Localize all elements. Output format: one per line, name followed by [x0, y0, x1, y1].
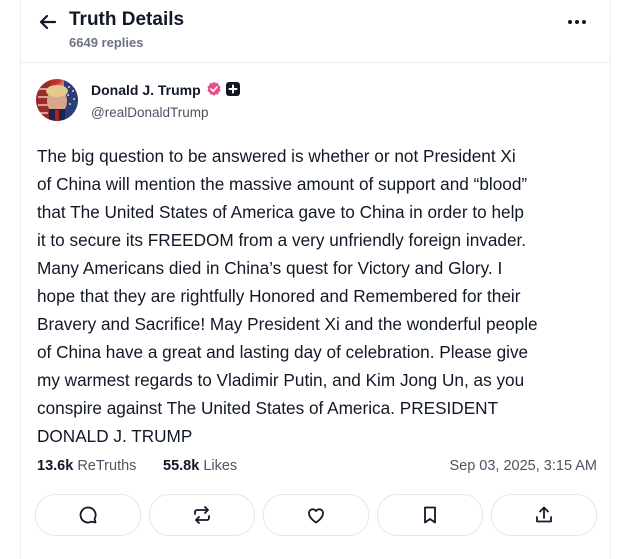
- verified-badge-icon: [206, 81, 222, 97]
- likes-count: 55.8k: [163, 458, 200, 474]
- heart-icon: [308, 508, 324, 524]
- more-options-button[interactable]: [566, 15, 588, 29]
- page-title: Truth Details: [69, 9, 185, 30]
- post-body: The big question to be answered is wheth…: [37, 146, 538, 446]
- back-button[interactable]: [38, 12, 58, 32]
- share-icon: [536, 506, 552, 523]
- left-border: [20, 0, 21, 559]
- likes-label: Likes: [203, 458, 238, 474]
- plus-badge-icon: [226, 82, 240, 96]
- avatar-image: [36, 79, 78, 121]
- retruth-button[interactable]: [149, 494, 255, 536]
- retruths-label: ReTruths: [77, 458, 137, 474]
- replies-count: 6649 replies: [69, 35, 144, 50]
- author-name[interactable]: Donald J. Trump: [91, 82, 201, 98]
- author-handle[interactable]: @realDonaldTrump: [91, 105, 209, 120]
- more-horizontal-icon: [568, 20, 586, 24]
- retruths-count: 13.6k: [37, 458, 74, 474]
- arrow-left-icon: [39, 14, 57, 30]
- bookmark-icon: [424, 506, 436, 524]
- reply-button[interactable]: [35, 494, 141, 536]
- action-bar: [35, 494, 597, 536]
- share-button[interactable]: [491, 494, 597, 536]
- post-timestamp: Sep 03, 2025, 3:15 AM: [449, 458, 597, 474]
- repost-icon: [194, 506, 210, 524]
- like-button[interactable]: [263, 494, 369, 536]
- retruths-stat[interactable]: 13.6k ReTruths: [37, 458, 136, 474]
- likes-stat[interactable]: 55.8k Likes: [163, 458, 237, 474]
- right-border: [610, 0, 611, 559]
- post-stats: 13.6k ReTruths 55.8k Likes Sep 03, 2025,…: [37, 458, 597, 478]
- comment-icon: [79, 506, 97, 524]
- header-divider: [20, 62, 610, 63]
- avatar[interactable]: [36, 79, 78, 121]
- post-author: Donald J. Trump @realDonaldTrump: [36, 79, 436, 125]
- page-header: Truth Details 6649 replies: [38, 8, 588, 54]
- bookmark-button[interactable]: [377, 494, 483, 536]
